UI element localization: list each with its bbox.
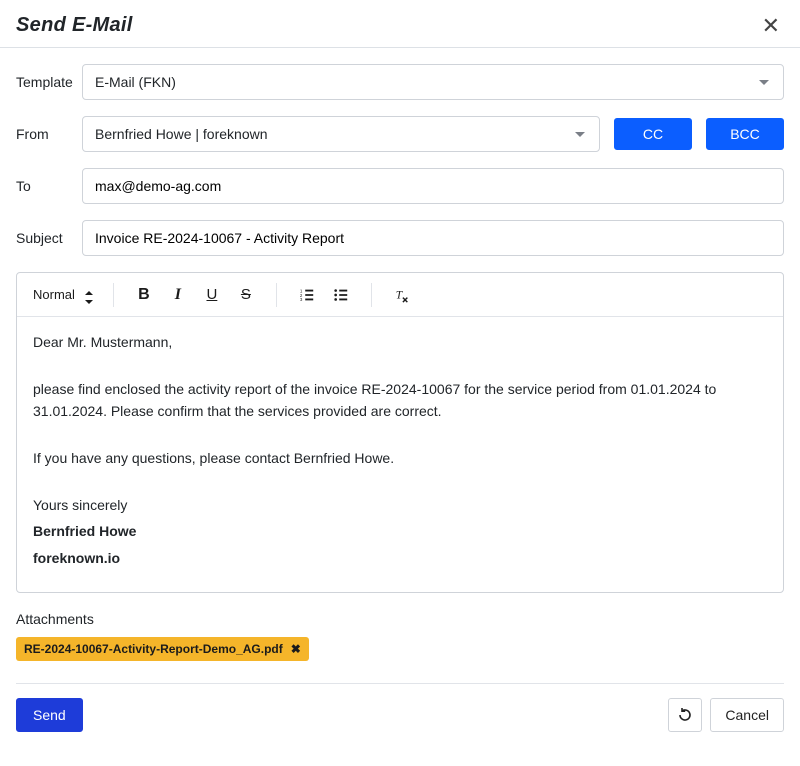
toolbar-separator [371, 283, 372, 307]
toolbar-separator [276, 283, 277, 307]
unordered-list-icon [333, 287, 349, 303]
underline-button[interactable]: U [198, 281, 226, 309]
subject-field-wrapper [82, 220, 784, 256]
chevron-down-icon [759, 80, 769, 85]
bold-icon: B [138, 286, 150, 304]
cc-button[interactable]: CC [614, 118, 692, 150]
body-paragraph: Dear Mr. Mustermann, [33, 331, 767, 354]
caret-updown-icon [85, 285, 93, 304]
footer-separator [16, 683, 784, 684]
send-email-dialog: Send E-Mail ✕ Template E-Mail (FKN) From… [0, 0, 800, 748]
attachment-filename: RE-2024-10067-Activity-Report-Demo_AG.pd… [24, 642, 283, 656]
ordered-list-button[interactable]: 1 2 3 [293, 281, 321, 309]
dialog-footer: Send Cancel [16, 698, 784, 732]
italic-icon: I [175, 286, 181, 304]
attachments-list: RE-2024-10067-Activity-Report-Demo_AG.pd… [16, 637, 784, 661]
to-input[interactable] [95, 169, 771, 203]
clear-formatting-icon: T [394, 287, 410, 303]
editor-toolbar: Normal B I U S 1 2 3 [17, 273, 783, 317]
from-label: From [16, 126, 82, 142]
body-paragraph: Yours sincerely [33, 494, 767, 517]
unordered-list-button[interactable] [327, 281, 355, 309]
bcc-button[interactable]: BCC [706, 118, 784, 150]
body-paragraph: If you have any questions, please contac… [33, 447, 767, 470]
template-label: Template [16, 74, 82, 90]
from-value: Bernfried Howe | foreknown [95, 126, 268, 142]
from-select[interactable]: Bernfried Howe | foreknown [82, 116, 600, 152]
body-signature-company: foreknown.io [33, 547, 767, 570]
attachment-chip[interactable]: RE-2024-10067-Activity-Report-Demo_AG.pd… [16, 637, 309, 661]
underline-icon: U [206, 286, 217, 303]
strikethrough-button[interactable]: S [232, 281, 260, 309]
attachments-label: Attachments [16, 611, 784, 627]
subject-label: Subject [16, 230, 82, 246]
template-value: E-Mail (FKN) [95, 74, 176, 90]
remove-attachment-icon[interactable]: ✖ [291, 642, 301, 656]
to-label: To [16, 178, 82, 194]
italic-button[interactable]: I [164, 281, 192, 309]
svg-text:3: 3 [300, 297, 303, 302]
dialog-title: Send E-Mail [16, 14, 133, 37]
ordered-list-icon: 1 2 3 [299, 287, 315, 303]
subject-input[interactable] [95, 221, 771, 255]
editor: Normal B I U S 1 2 3 [16, 272, 784, 593]
body-signature-name: Bernfried Howe [33, 520, 767, 543]
dialog-header: Send E-Mail ✕ [0, 0, 800, 48]
strikethrough-icon: S [241, 286, 251, 303]
toolbar-separator [113, 283, 114, 307]
cancel-button[interactable]: Cancel [710, 698, 784, 732]
clear-formatting-button[interactable]: T [388, 281, 416, 309]
reset-button[interactable] [668, 698, 702, 732]
send-button[interactable]: Send [16, 698, 83, 732]
to-field-wrapper [82, 168, 784, 204]
chevron-down-icon [575, 132, 585, 137]
heading-select[interactable]: Normal [29, 285, 97, 304]
close-icon[interactable]: ✕ [758, 15, 784, 37]
template-select[interactable]: E-Mail (FKN) [82, 64, 784, 100]
svg-text:T: T [396, 289, 404, 301]
heading-value: Normal [33, 287, 75, 302]
bold-button[interactable]: B [130, 281, 158, 309]
undo-icon [677, 707, 693, 723]
body-paragraph: please find enclosed the activity report… [33, 378, 767, 423]
editor-body[interactable]: Dear Mr. Mustermann, please find enclose… [17, 317, 783, 592]
